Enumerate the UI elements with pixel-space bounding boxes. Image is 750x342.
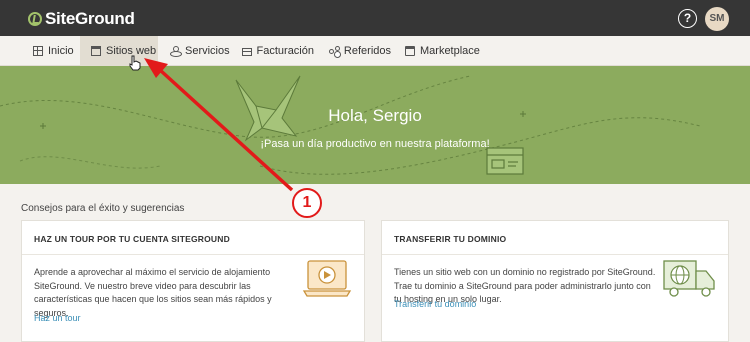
annotation-arrow — [144, 58, 294, 192]
step-number-badge: 1 — [292, 188, 322, 218]
hand-pointer-icon — [129, 55, 141, 71]
